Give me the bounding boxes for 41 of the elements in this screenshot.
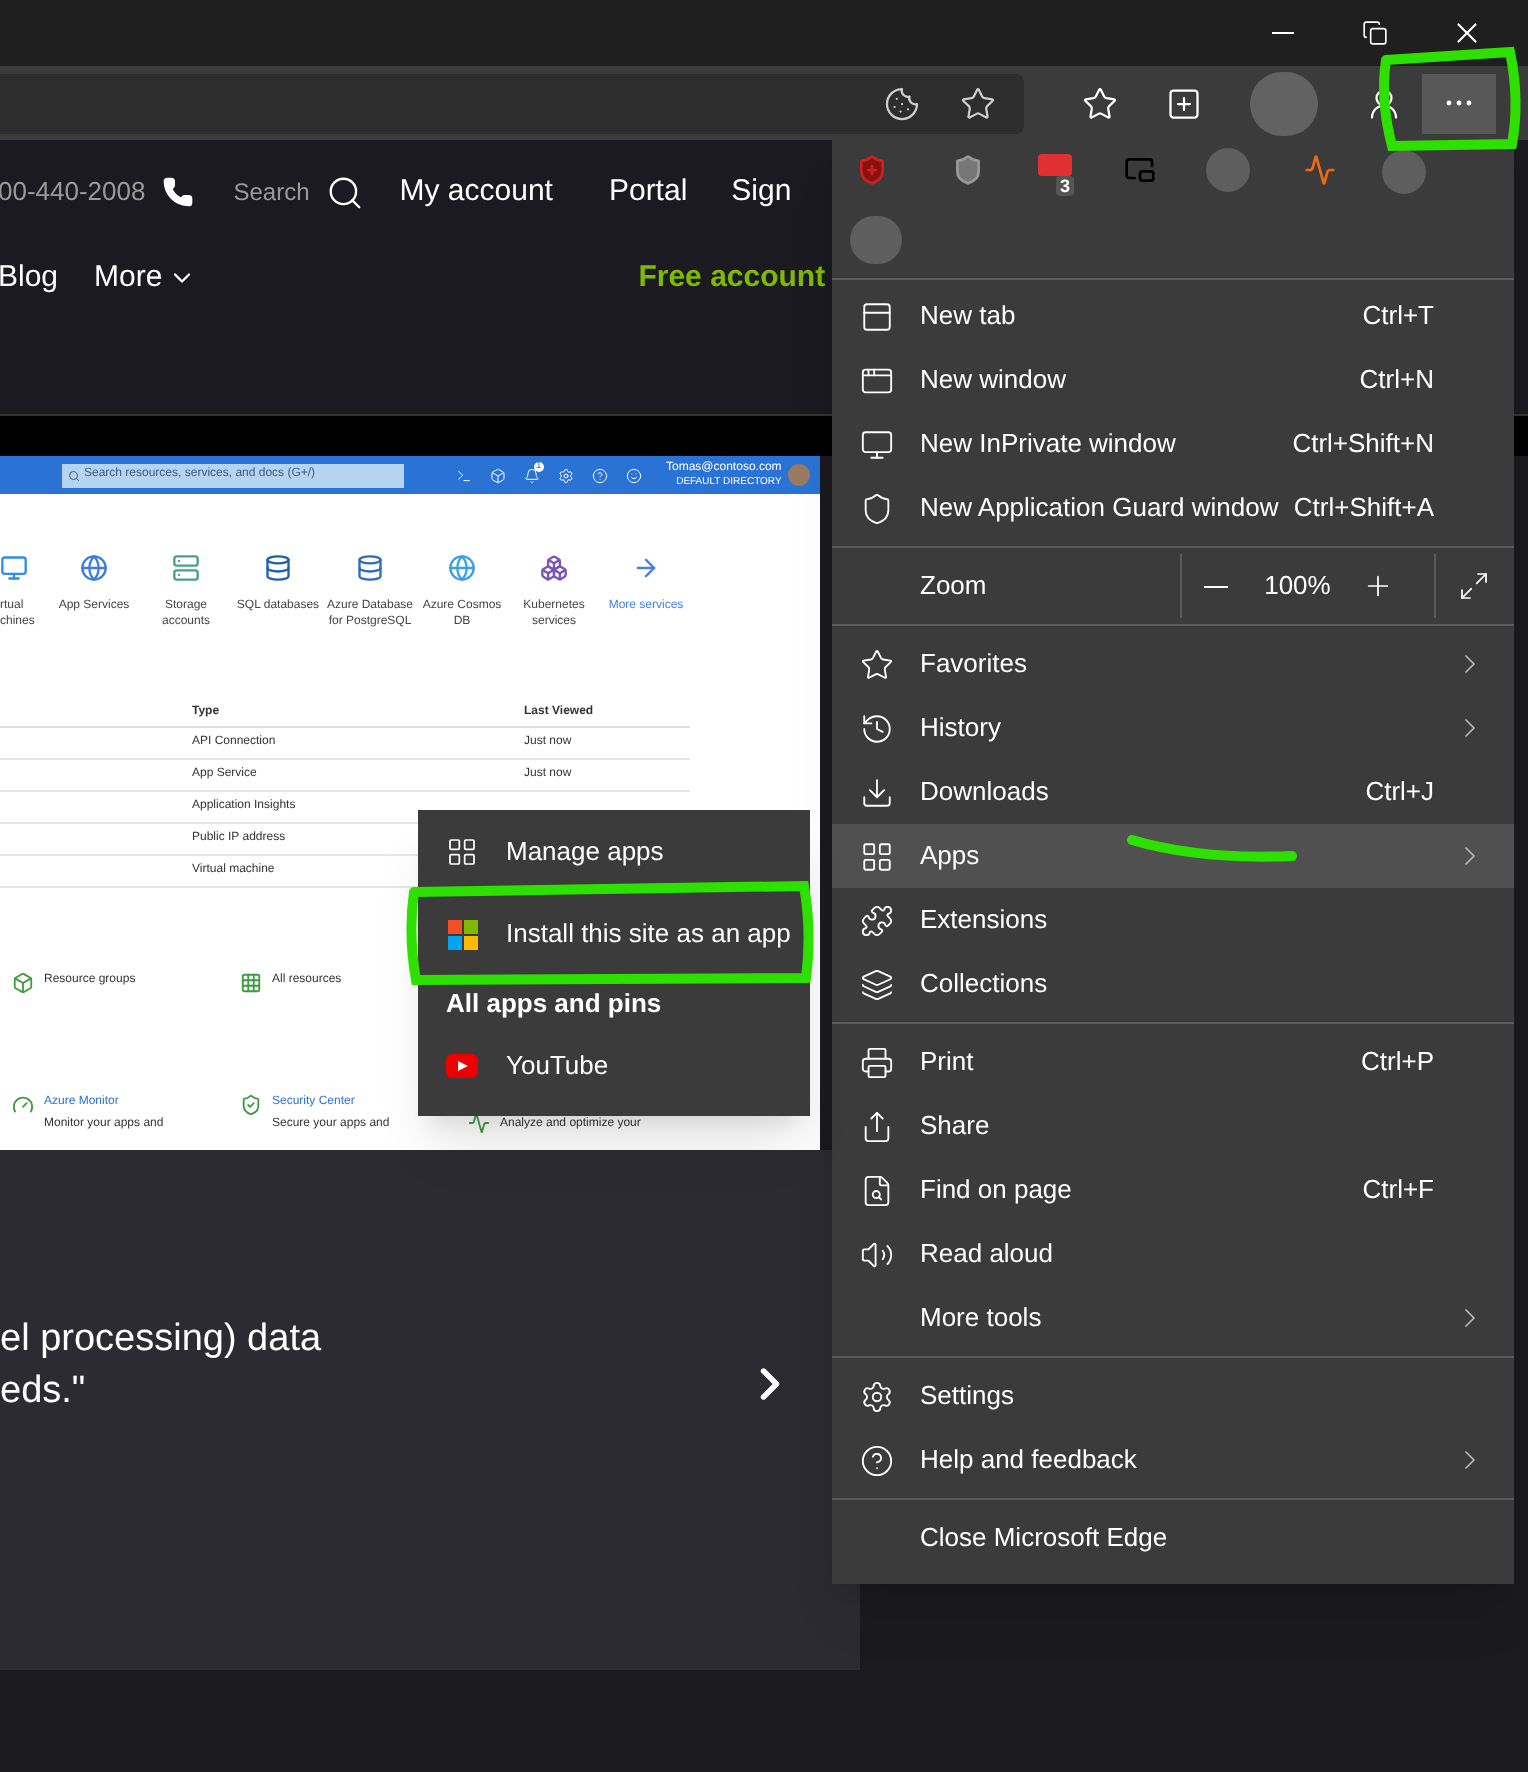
submenu-item[interactable]: Install this site as an app (418, 902, 810, 966)
menu-item[interactable]: Apps (832, 824, 1514, 888)
menu-item[interactable]: Share (832, 1094, 1514, 1158)
shortcut-label: Ctrl+N (1359, 362, 1434, 399)
free-account-link[interactable]: Free account (638, 255, 826, 301)
menu-item[interactable]: New window Ctrl+N (832, 348, 1514, 412)
menu-item[interactable]: Settings (832, 1364, 1514, 1428)
menu-item[interactable]: Close Microsoft Edge (832, 1506, 1514, 1570)
shortcut-label: Ctrl+T (1362, 298, 1434, 335)
menu-item[interactable]: Collections (832, 952, 1514, 1016)
menu-item[interactable]: Downloads Ctrl+J (832, 760, 1514, 824)
zoom-level: 100% (1262, 568, 1333, 605)
section-heading: All apps and pins (444, 986, 664, 1023)
nav-link[interactable]: Portal (608, 169, 688, 215)
menu-item[interactable]: Read aloud (832, 1222, 1514, 1286)
menu-item[interactable]: More tools (832, 1286, 1514, 1350)
nav-link[interactable]: My account (399, 169, 553, 215)
search-link[interactable]: Search (233, 174, 310, 210)
quote-line: eds." (0, 1368, 86, 1416)
more-dropdown[interactable]: More (94, 255, 197, 301)
menu-item[interactable]: Extensions (832, 888, 1514, 952)
shortcut-label: Ctrl+F (1362, 1172, 1434, 1209)
shortcut-label: Ctrl+J (1365, 774, 1434, 811)
shortcut-label: Ctrl+P (1361, 1044, 1434, 1081)
submenu-item[interactable]: YouTube (418, 1034, 810, 1098)
menu-item-label: Zoom (920, 568, 989, 605)
menu-item[interactable]: Favorites (832, 632, 1514, 696)
quote-line: el processing) data (0, 1316, 322, 1364)
shortcut-label: Ctrl+Shift+N (1292, 426, 1434, 463)
submenu-item[interactable]: Manage apps (418, 820, 810, 884)
nav-link[interactable]: Blog (0, 255, 59, 301)
menu-item[interactable]: New Application Guard window Ctrl+Shift+A (832, 476, 1514, 540)
menu-item[interactable]: New InPrivate window Ctrl+Shift+N (832, 412, 1514, 476)
shortcut-label: Ctrl+Shift+A (1293, 490, 1434, 527)
menu-item[interactable]: Find on page Ctrl+F (832, 1158, 1514, 1222)
menu-item[interactable]: Help and feedback (832, 1428, 1514, 1492)
menu-item[interactable]: History (832, 696, 1514, 760)
nav-link[interactable]: Sign (731, 169, 792, 215)
menu-item[interactable]: New tab Ctrl+T (832, 284, 1514, 348)
menu-item[interactable]: Print Ctrl+P (832, 1030, 1514, 1094)
extension-badge: 3 (1056, 176, 1075, 196)
